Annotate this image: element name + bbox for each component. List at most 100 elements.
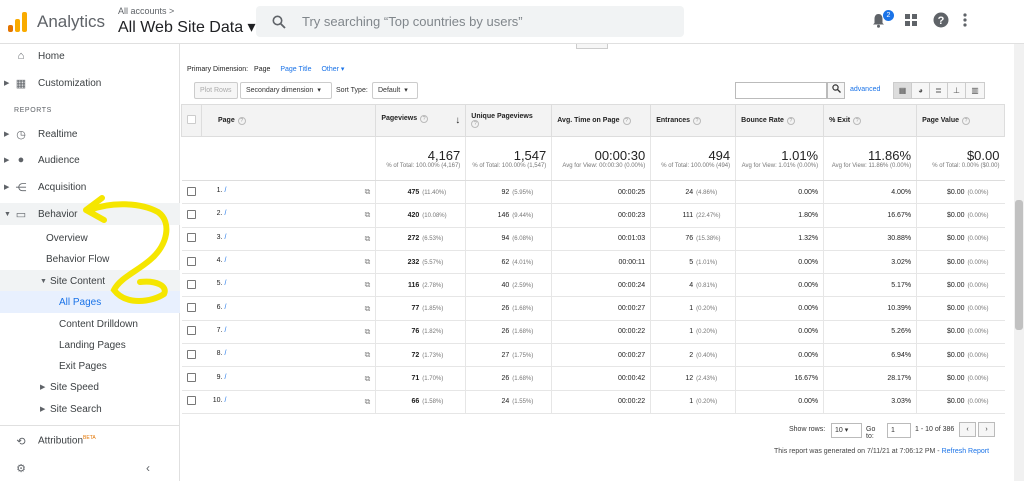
next-page-button[interactable]: › — [978, 422, 995, 437]
header-page-value[interactable]: Page Value? — [916, 104, 1005, 137]
row-checkbox[interactable] — [186, 326, 196, 336]
select-all-checkbox[interactable] — [187, 115, 196, 124]
page-cell[interactable]: 2. / ⧉ — [201, 203, 376, 228]
dimension-page-title-link[interactable]: Page Title — [280, 66, 311, 73]
page-link[interactable]: / — [224, 304, 226, 311]
analytics-logo-icon[interactable] — [8, 12, 28, 32]
help-icon[interactable]: ? — [933, 12, 949, 32]
table-row[interactable]: 2. / ⧉ 420 (10.08%) 146 (9.44%) 00:00:23 111 (22… — [181, 203, 1005, 228]
apps-grid-icon[interactable] — [905, 13, 917, 30]
table-row[interactable]: 4. / ⧉ 232 (5.57%) 62 (4.01%) 00:00:11 5 (1.01%)… — [181, 250, 1005, 275]
header-entrances[interactable]: Entrances? — [650, 104, 737, 137]
page-cell[interactable]: 4. / ⧉ — [201, 250, 376, 275]
pie-view-icon[interactable]: ◕ — [912, 83, 930, 98]
header-page[interactable]: Page? — [200, 104, 377, 137]
table-row[interactable]: 10. / ⧉ 66 (1.58%) 24 (1.55%) 00:00:22 1 (0.20%)… — [181, 390, 1005, 414]
expand-chart-handle[interactable] — [576, 44, 608, 49]
page-link[interactable]: / — [224, 374, 226, 381]
page-cell[interactable]: 7. / ⧉ — [201, 320, 376, 345]
sort-type-select[interactable]: Default — [372, 82, 418, 99]
sidebar-item-admin[interactable]: ⚙ ‹ — [0, 457, 180, 479]
table-row[interactable]: 8. / ⧉ 72 (1.73%) 27 (1.75%) 00:00:27 2 (0.40%) 0… — [181, 343, 1005, 368]
table-row[interactable]: 5. / ⧉ 116 (2.78%) 40 (2.59%) 00:00:24 4 (0.81%)… — [181, 273, 1005, 298]
page-cell[interactable]: 3. / ⧉ — [201, 227, 376, 251]
dimension-page[interactable]: Page — [254, 66, 270, 73]
page-link[interactable]: / — [224, 210, 226, 217]
row-checkbox[interactable] — [186, 233, 196, 243]
sidebar-item-audience[interactable]: ▶ ● Audience — [0, 149, 180, 171]
performance-view-icon[interactable]: ≣ — [930, 83, 948, 98]
open-external-icon[interactable]: ⧉ — [365, 397, 371, 407]
page-link[interactable]: / — [224, 234, 226, 241]
sidebar-item-exit-pages[interactable]: Exit Pages — [0, 355, 180, 377]
goto-input[interactable]: 1 — [887, 423, 911, 438]
account-selector[interactable]: All accounts > All Web Site Data ▾ — [118, 6, 256, 37]
secondary-dimension-select[interactable]: Secondary dimension — [240, 82, 332, 99]
page-cell[interactable]: 5. / ⧉ — [201, 273, 376, 298]
table-view-icon[interactable]: ▦ — [894, 83, 912, 98]
open-external-icon[interactable]: ⧉ — [365, 234, 371, 244]
row-checkbox[interactable] — [186, 186, 196, 196]
open-external-icon[interactable]: ⧉ — [365, 187, 371, 197]
row-checkbox[interactable] — [186, 303, 196, 313]
open-external-icon[interactable]: ⧉ — [365, 327, 371, 337]
table-search-button[interactable] — [827, 82, 845, 99]
page-link[interactable]: / — [224, 257, 226, 264]
open-external-icon[interactable]: ⧉ — [365, 257, 371, 267]
table-row[interactable]: 9. / ⧉ 71 (1.70%) 26 (1.68%) 00:00:42 12 (2.43%)… — [181, 366, 1005, 391]
prev-page-button[interactable]: ‹ — [959, 422, 976, 437]
open-external-icon[interactable]: ⧉ — [365, 210, 371, 220]
account-breadcrumb[interactable]: All accounts > — [118, 6, 256, 16]
scrollbar[interactable] — [1014, 44, 1024, 481]
table-row[interactable]: 1. / ⧉ 475 (11.40%) 92 (5.95%) 00:00:25 24 (4.86… — [181, 180, 1005, 205]
page-cell[interactable]: 6. / ⧉ — [201, 296, 376, 321]
table-row[interactable]: 3. / ⧉ 272 (6.53%) 94 (6.08%) 00:01:03 76 (15.38… — [181, 227, 1005, 251]
header-exit[interactable]: % Exit? — [823, 104, 918, 137]
table-row[interactable]: 7. / ⧉ 76 (1.82%) 26 (1.68%) 00:00:22 1 (0.20%) 0… — [181, 320, 1005, 345]
advanced-filter-link[interactable]: advanced — [850, 86, 880, 93]
open-external-icon[interactable]: ⧉ — [365, 350, 371, 360]
table-search-input[interactable] — [735, 82, 827, 99]
open-external-icon[interactable]: ⧉ — [365, 304, 371, 314]
page-cell[interactable]: 10. / ⧉ — [201, 390, 376, 414]
sidebar-item-site-search[interactable]: ▶ Site Search — [0, 398, 180, 420]
row-checkbox[interactable] — [186, 209, 196, 219]
page-link[interactable]: / — [224, 397, 226, 404]
page-link[interactable]: / — [224, 187, 226, 194]
plot-rows-button[interactable]: Plot Rows — [194, 82, 238, 99]
page-cell[interactable]: 8. / ⧉ — [201, 343, 376, 368]
sidebar-item-customization[interactable]: ▶ ▦ Customization — [0, 72, 180, 94]
more-vert-icon[interactable] — [963, 13, 967, 31]
sidebar-item-home[interactable]: ⌂ Home — [0, 45, 180, 67]
pivot-view-icon[interactable]: ▥ — [966, 83, 984, 98]
dimension-other-link[interactable]: Other ▾ — [321, 66, 344, 73]
page-cell[interactable]: 1. / ⧉ — [201, 180, 376, 205]
sidebar-item-attribution[interactable]: ⟲ AttributionBETA — [0, 430, 180, 452]
comparison-view-icon[interactable]: ⊥ — [948, 83, 966, 98]
page-link[interactable]: / — [224, 280, 226, 287]
header-avg-time[interactable]: Avg. Time on Page? — [551, 104, 652, 137]
page-cell[interactable]: 9. / ⧉ — [201, 366, 376, 391]
sidebar-item-realtime[interactable]: ▶ ◷ Realtime — [0, 123, 180, 145]
open-external-icon[interactable]: ⧉ — [365, 374, 371, 384]
sidebar-item-site-speed[interactable]: ▶ Site Speed — [0, 376, 180, 398]
header-pageviews[interactable]: Pageviews? ↓ — [375, 104, 467, 137]
show-rows-select[interactable]: 10 ▾ — [831, 423, 862, 438]
scrollbar-thumb[interactable] — [1015, 200, 1023, 330]
table-row[interactable]: 6. / ⧉ 77 (1.85%) 26 (1.68%) 00:00:27 1 (0.20%) 0… — [181, 296, 1005, 321]
refresh-report-link[interactable]: Refresh Report — [942, 448, 989, 455]
row-checkbox[interactable] — [186, 349, 196, 359]
page-link[interactable]: / — [224, 350, 226, 357]
row-checkbox[interactable] — [186, 256, 196, 266]
row-checkbox[interactable] — [186, 396, 196, 406]
search-bar[interactable]: Try searching “Top countries by users” — [256, 6, 684, 37]
sidebar-item-landing-pages[interactable]: Landing Pages — [0, 334, 180, 356]
row-checkbox[interactable] — [186, 279, 196, 289]
open-external-icon[interactable]: ⧉ — [365, 280, 371, 290]
row-checkbox[interactable] — [186, 373, 196, 383]
collapse-sidebar-icon[interactable]: ‹ — [146, 461, 150, 475]
page-link[interactable]: / — [224, 327, 226, 334]
header-bounce-rate[interactable]: Bounce Rate? — [735, 104, 825, 137]
header-unique-pageviews[interactable]: Unique Pageviews? — [465, 104, 553, 137]
view-name[interactable]: All Web Site Data ▾ — [118, 17, 256, 37]
